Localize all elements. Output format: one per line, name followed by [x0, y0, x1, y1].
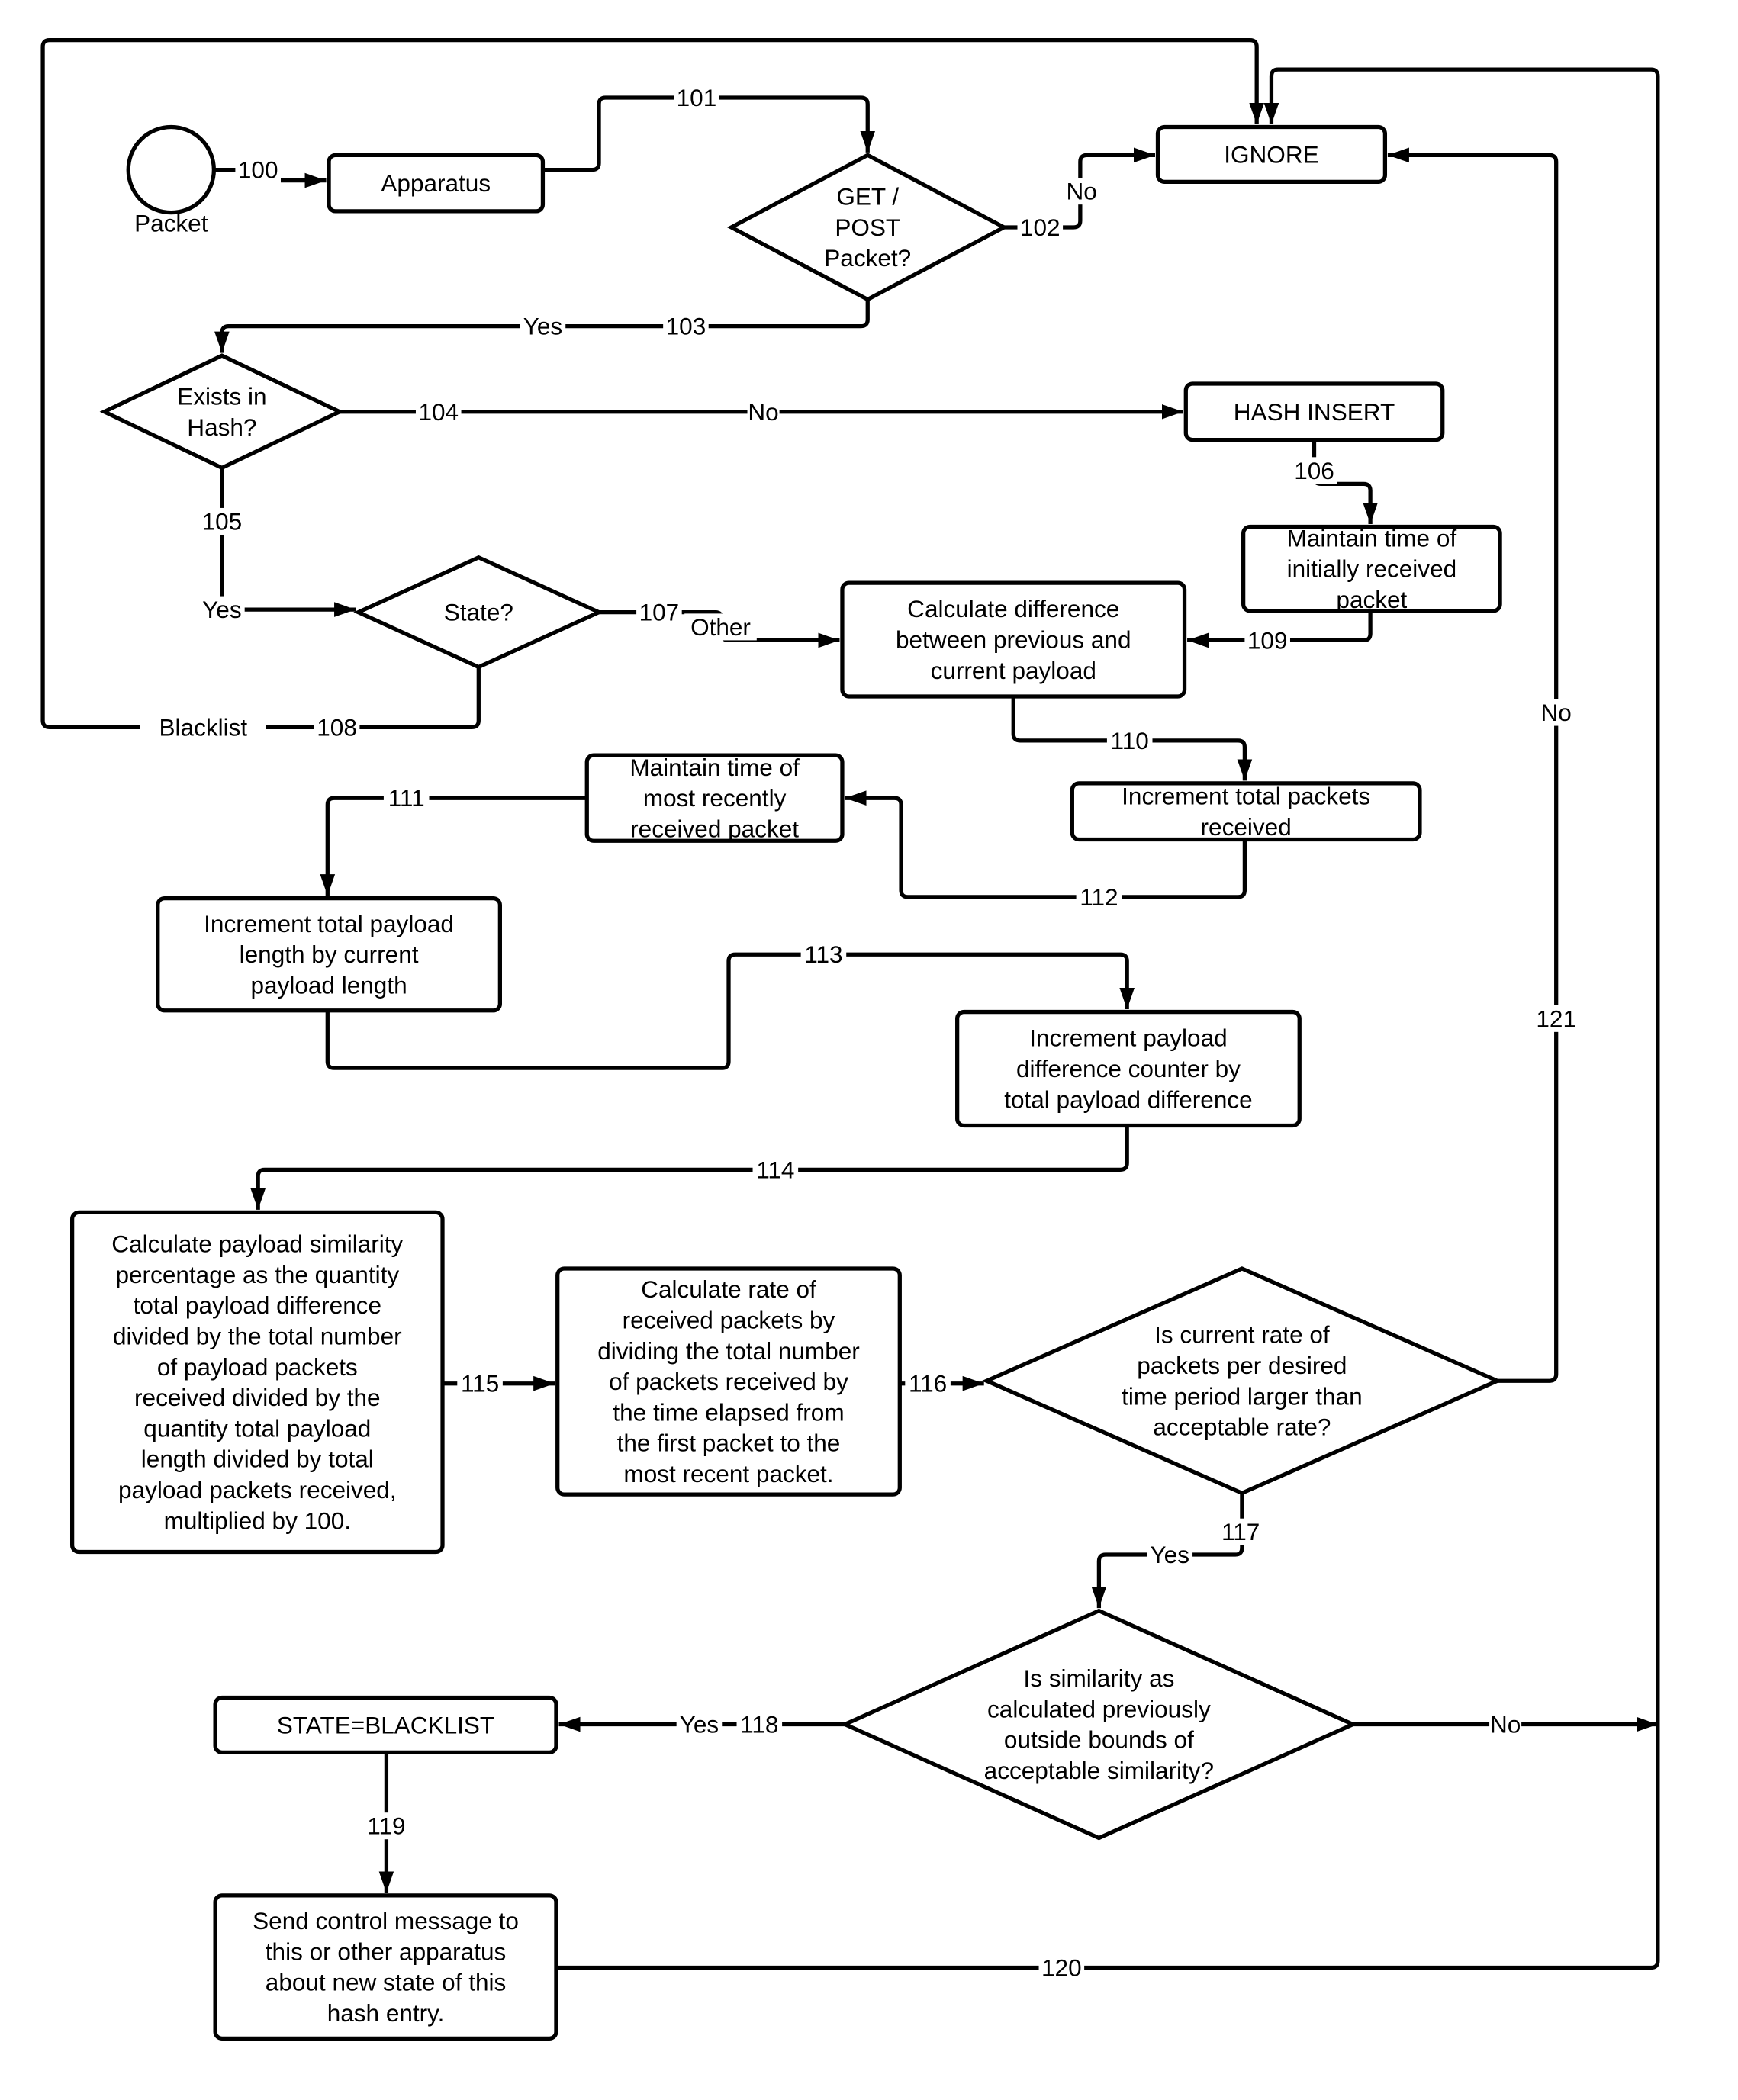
svg-text:Yes: Yes	[202, 596, 241, 623]
svg-text:110: 110	[1111, 727, 1149, 754]
svg-text:Yes: Yes	[1151, 1541, 1189, 1568]
edge-label-e106: 106	[1291, 457, 1337, 484]
svg-text:No: No	[1490, 1711, 1521, 1738]
exists-in-hash-diamond	[99, 353, 345, 471]
edge-label-e101: 101	[674, 84, 719, 111]
svg-text:109: 109	[1247, 626, 1288, 654]
edge-label-e109: 109	[1244, 626, 1290, 654]
svg-text:108: 108	[317, 713, 357, 741]
edge-label-e110: 110	[1106, 727, 1153, 754]
edge-label-e104: 104	[415, 398, 462, 426]
svg-text:104: 104	[418, 398, 459, 426]
edge-label-e100: 100	[235, 156, 281, 184]
state-text: State?	[444, 599, 513, 626]
svg-text:No: No	[1066, 178, 1096, 205]
flowchart: PacketApparatus GET / POST Packet?IGNOREExi…	[40, 38, 1660, 2041]
edge-label-e105-cond: Yes	[199, 596, 245, 623]
svg-text:Yes: Yes	[523, 313, 562, 340]
state-blacklist-text: STATE=BLACKLIST	[277, 1711, 494, 1738]
increment-diff-counter-text: Increment payload difference counter by to…	[1004, 1024, 1252, 1114]
svg-text:114: 114	[756, 1156, 794, 1183]
svg-text:No: No	[748, 398, 778, 426]
svg-text:Other: Other	[690, 613, 751, 641]
svg-text:111: 111	[388, 784, 425, 812]
svg-text:102: 102	[1020, 214, 1061, 241]
svg-text:100: 100	[238, 156, 278, 184]
packet-node[interactable]	[126, 124, 216, 215]
apparatus-text: Apparatus	[381, 169, 491, 197]
edge-label-e119: 119	[363, 1812, 410, 1840]
similarity-check-diamond	[840, 1608, 1358, 1841]
exists-in-hash-node[interactable]	[99, 353, 345, 471]
similarity-check-node[interactable]	[840, 1608, 1358, 1841]
svg-text:106: 106	[1294, 457, 1334, 484]
edge-label-e117: 117	[1218, 1518, 1263, 1545]
edge-label-e108: 108	[314, 713, 360, 741]
get-post-text: GET / POST Packet?	[824, 183, 911, 272]
svg-text:116: 116	[909, 1370, 947, 1397]
edge-label-e116: 116	[905, 1370, 951, 1397]
edge-label-e107: 107	[636, 599, 682, 626]
calc-difference-text: Calculate difference between previous and…	[896, 595, 1131, 684]
edge-label-e111: 111	[383, 784, 430, 812]
edge-label-e103-cond: Yes	[520, 313, 566, 340]
edge-label-e117-cond: Yes	[1147, 1541, 1193, 1568]
edge-label-e118-cond: Yes	[676, 1711, 723, 1738]
edge-label-e118: 118	[736, 1711, 783, 1738]
svg-text:115: 115	[461, 1370, 499, 1397]
rate-check-node[interactable]	[981, 1266, 1503, 1496]
edge-label-e105: 105	[199, 507, 245, 535]
calc-rate-text: Calculate rate of received packets by divi…	[597, 1275, 860, 1487]
svg-text:Blacklist: Blacklist	[159, 713, 248, 741]
edge-111	[320, 796, 587, 896]
edge-label-e102-cond: No	[1065, 178, 1098, 205]
svg-text:107: 107	[639, 599, 680, 626]
svg-text:113: 113	[804, 941, 842, 968]
rate-check-diamond	[981, 1266, 1503, 1496]
ignore-text: IGNORE	[1224, 140, 1318, 168]
hash-insert-text: HASH INSERT	[1234, 398, 1395, 426]
edge-114	[250, 1125, 1129, 1210]
edge-label-e108-cond: Blacklist	[140, 713, 266, 741]
svg-text:103: 103	[666, 313, 706, 340]
svg-text:121: 121	[1536, 1005, 1576, 1032]
edge-label-e112: 112	[1076, 883, 1122, 911]
edge-label-e121-cond: No	[1540, 699, 1572, 726]
svg-text:112: 112	[1080, 883, 1118, 911]
svg-text:Yes: Yes	[680, 1711, 719, 1738]
edge-105	[220, 468, 356, 617]
svg-text:No: No	[1541, 699, 1572, 726]
svg-text:120: 120	[1041, 1954, 1082, 1981]
edge-label-e118-no: No	[1489, 1711, 1522, 1738]
maintain-recent-text: Maintain time of most recently received pa…	[629, 754, 800, 843]
svg-text:119: 119	[367, 1812, 405, 1840]
edge-label-e120: 120	[1038, 1954, 1085, 1981]
edge-label-e104-cond: No	[747, 398, 780, 426]
start-circle	[126, 124, 216, 215]
edge-label-e115: 115	[457, 1370, 503, 1397]
edge-label-e103: 103	[663, 313, 709, 340]
edge-label-e102: 102	[1017, 214, 1064, 241]
svg-text:101: 101	[677, 84, 717, 111]
edge-label-e114: 114	[752, 1156, 799, 1183]
edge-label-e113: 113	[800, 941, 847, 968]
edge-121	[1387, 147, 1559, 1383]
svg-text:117: 117	[1221, 1518, 1260, 1545]
edge-label-e107-cond: Other	[684, 613, 757, 641]
svg-text:118: 118	[740, 1711, 778, 1738]
svg-text:105: 105	[202, 507, 243, 535]
packet-text: Packet	[134, 210, 208, 237]
edge-label-e121: 121	[1533, 1005, 1579, 1032]
